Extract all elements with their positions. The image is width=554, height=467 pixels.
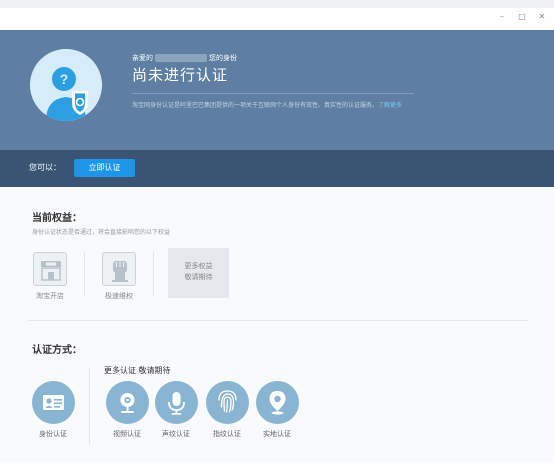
method-id-card[interactable] — [32, 381, 75, 424]
verification-description: 淘宝网身份认证是阿里巴巴集团提供的一项关于互联网个人身份有效性、真实性的认证服务… — [132, 100, 402, 109]
benefit-separator — [153, 252, 154, 296]
shop-icon — [33, 252, 67, 286]
fist-icon — [102, 252, 136, 286]
id-card-icon — [43, 395, 64, 410]
method-label-video: 视频认证 — [113, 430, 141, 438]
greeting-prefix: 亲爱的 — [132, 54, 153, 62]
svg-text:?: ? — [60, 71, 69, 87]
method-label-fingerprint: 指纹认证 — [213, 430, 241, 438]
header-divider — [132, 93, 414, 94]
verification-status: 尚未进行认证 — [132, 66, 229, 84]
greeting: 亲爱的 您的身份 — [132, 53, 237, 63]
fingerprint-icon — [218, 390, 237, 413]
maximize-button[interactable]: □ — [514, 10, 530, 24]
methods-title: 认证方式： — [32, 345, 82, 356]
camera-icon — [120, 393, 135, 413]
method-label-voice: 声纹认证 — [162, 430, 190, 438]
greeting-suffix: 您的身份 — [209, 54, 237, 62]
location-pin-icon — [269, 391, 286, 415]
method-fingerprint[interactable] — [206, 381, 249, 424]
description-text: 淘宝网身份认证是阿里巴巴集团提供的一项关于互联网个人身份有效性、真实性的认证服务… — [132, 102, 379, 109]
more-methods-label: 更多认证 敬请期待 — [104, 366, 171, 375]
more-benefits-line1: 更多权益 — [184, 262, 213, 270]
more-benefits-line2: 敬请期待 — [184, 273, 213, 281]
method-voice[interactable] — [155, 381, 198, 424]
close-button[interactable]: ✕ — [534, 10, 550, 24]
more-benefits-box: 更多权益 敬请期待 — [168, 248, 229, 298]
method-video[interactable] — [106, 381, 149, 424]
method-separator — [89, 368, 90, 444]
microphone-icon — [168, 392, 185, 415]
minimize-button[interactable]: – — [494, 10, 510, 24]
verify-now-button[interactable]: 立即认证 — [74, 159, 135, 177]
top-strip — [0, 0, 554, 8]
action-label: 您可以： — [29, 163, 61, 172]
method-label-id: 身份认证 — [39, 430, 67, 438]
benefit-separator — [84, 252, 85, 296]
method-onsite[interactable] — [256, 381, 299, 424]
benefits-title: 当前权益： — [32, 213, 82, 224]
title-bar — [0, 8, 554, 30]
learn-more-link[interactable]: 了解更多 — [378, 102, 402, 109]
bottom-edge — [0, 462, 554, 467]
section-divider — [28, 320, 528, 321]
benefit-label-rights: 极速维权 — [105, 292, 133, 300]
method-label-onsite: 实地认证 — [263, 430, 291, 438]
blurred-username — [155, 54, 207, 62]
unknown-user-icon: ? — [30, 49, 102, 121]
avatar: ? — [30, 49, 102, 121]
benefit-label-shop: 淘宝开店 — [36, 292, 64, 300]
benefits-subtitle: 身份认证状态是否通过，将会直接影响您的以下权益 — [32, 229, 171, 236]
